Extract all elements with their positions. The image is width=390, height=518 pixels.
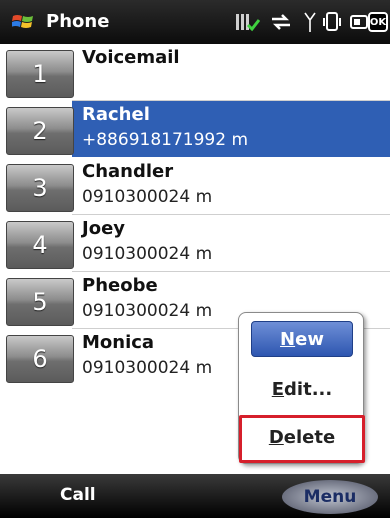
app-title: Phone: [46, 11, 110, 32]
menu-item-edit[interactable]: Edit...: [251, 371, 353, 407]
list-item-selected[interactable]: 2 Rachel +886918171992 m: [0, 101, 390, 157]
call-softkey[interactable]: Call: [60, 485, 96, 505]
contact-name: Joey: [82, 218, 126, 239]
menu-item-new-label: ew: [295, 328, 324, 350]
contact-name: Voicemail: [82, 47, 180, 68]
delete-highlight-outline: [239, 415, 365, 463]
list-item[interactable]: 3 Chandler 0910300024 m: [0, 158, 390, 214]
menu-item-edit-label: dit...: [284, 378, 333, 400]
vibrate-icon[interactable]: [322, 10, 342, 34]
menu-item-new[interactable]: New: [251, 321, 353, 357]
list-item[interactable]: 4 Joey 0910300024 m: [0, 215, 390, 271]
signal-data-icon[interactable]: [234, 10, 260, 34]
contact-name: Monica: [82, 332, 155, 353]
title-bar: Phone OK: [0, 0, 390, 44]
contact-number: 0910300024 m: [82, 244, 213, 264]
contact-name: Chandler: [82, 161, 174, 182]
menu-softkey-label: Menu: [303, 487, 357, 507]
contact-name: Rachel: [82, 104, 150, 125]
contact-number: 0910300024 m: [82, 358, 213, 378]
softkey-bar: Call Menu: [0, 474, 390, 518]
sync-arrows-icon[interactable]: [268, 10, 294, 34]
speed-dial-key[interactable]: 4: [6, 221, 74, 269]
speed-dial-key[interactable]: 2: [6, 107, 74, 155]
menu-softkey[interactable]: Menu: [282, 480, 378, 514]
antenna-icon[interactable]: [303, 10, 317, 34]
speed-dial-key[interactable]: 1: [6, 50, 74, 98]
menu-item-new-mnemonic: N: [280, 328, 296, 350]
windows-logo-icon[interactable]: [12, 13, 34, 31]
speed-dial-key[interactable]: 3: [6, 164, 74, 212]
contact-name: Pheobe: [82, 275, 158, 296]
ok-button[interactable]: OK: [368, 12, 388, 32]
menu-item-edit-mnemonic: E: [271, 378, 285, 400]
contact-number: +886918171992 m: [82, 130, 248, 150]
contact-number: 0910300024 m: [82, 301, 213, 321]
contact-number: 0910300024 m: [82, 187, 213, 207]
list-item[interactable]: 1 Voicemail: [0, 44, 390, 100]
speed-dial-key[interactable]: 6: [6, 335, 74, 383]
speed-dial-key[interactable]: 5: [6, 278, 74, 326]
